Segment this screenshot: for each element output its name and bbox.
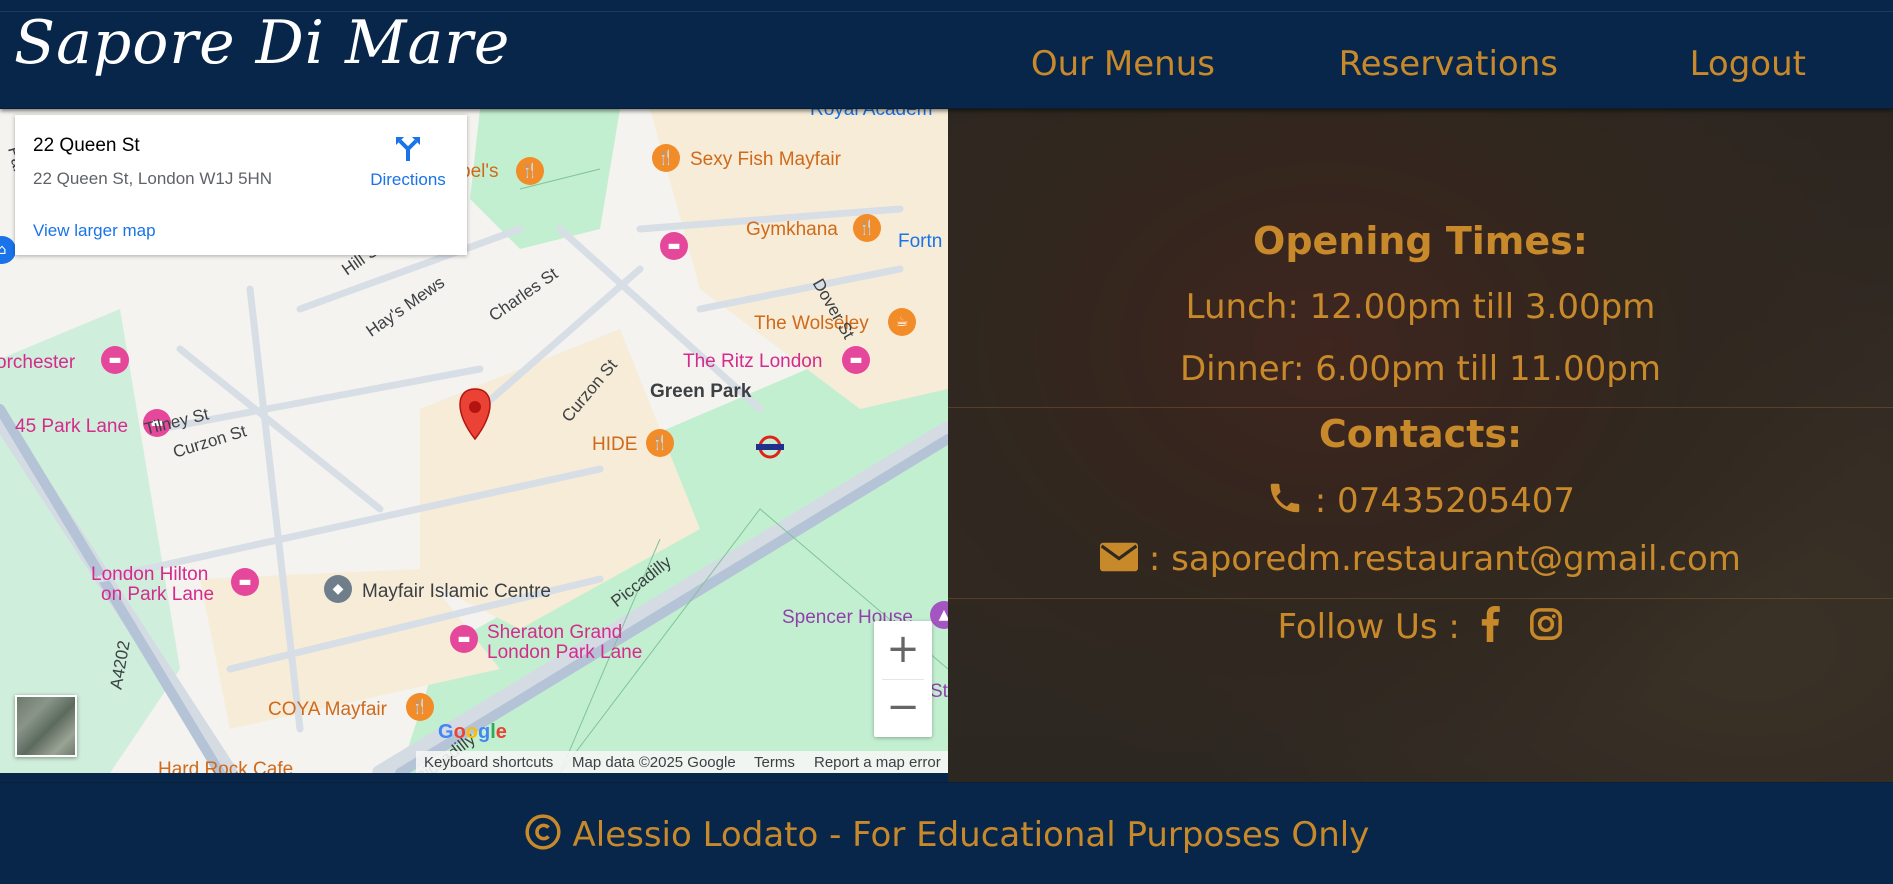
google-map[interactable]: Royal Academ 🍴 Sexy Fish Mayfair bel's 🍴… [0, 109, 948, 773]
footer-text-row: Alessio Lodato - For Educational Purpose… [0, 813, 1893, 860]
poi-coya[interactable]: COYA Mayfair [268, 699, 387, 721]
report-error-link[interactable]: Report a map error [814, 754, 941, 771]
directions-icon [396, 137, 420, 161]
divider [948, 598, 1893, 599]
dinner-hours: Dinner: 6.00pm till 11.00pm [1179, 349, 1661, 389]
poi-sexy-fish[interactable]: Sexy Fish Mayfair [690, 149, 841, 171]
poi-hilton-1[interactable]: London Hilton [91, 564, 208, 586]
hotel-icon[interactable]: ▬ [660, 232, 688, 260]
google-logo: Google [438, 721, 507, 743]
contacts-title: Contacts: [1318, 412, 1523, 456]
restaurant-icon[interactable]: 🍴 [646, 429, 674, 457]
restaurant-icon[interactable]: 🍴 [516, 157, 544, 185]
poi-45-park-lane[interactable]: 45 Park Lane [15, 416, 128, 438]
nav-logout[interactable]: Logout [1690, 44, 1806, 84]
restaurant-icon[interactable]: 🍴 [652, 144, 680, 172]
restaurant-icon[interactable]: 🍴 [853, 214, 881, 242]
phone-icon [1266, 479, 1304, 526]
poi-fortn[interactable]: Fortn [898, 231, 942, 253]
poi-hard-rock[interactable]: Hard Rock Cafe [158, 759, 293, 773]
place-title: 22 Queen St [33, 135, 140, 156]
keyboard-shortcuts-link[interactable]: Keyboard shortcuts [424, 754, 553, 771]
main-content: Royal Academ 🍴 Sexy Fish Mayfair bel's 🍴… [0, 109, 1893, 782]
phone-row: : 07435205407 [948, 479, 1893, 526]
email-address[interactable]: : saporedm.restaurant@gmail.com [1149, 539, 1741, 579]
poi-gymkhana[interactable]: Gymkhana [746, 219, 838, 241]
satellite-toggle[interactable] [15, 695, 77, 757]
poi-hilton-2[interactable]: on Park Lane [101, 584, 214, 606]
site-header: Sapore Di Mare Our Menus Reservations Lo… [0, 0, 1893, 109]
opening-times-title: Opening Times: [1253, 219, 1588, 263]
phone-number[interactable]: : 07435205407 [1315, 481, 1575, 521]
nav-our-menus[interactable]: Our Menus [1031, 44, 1215, 84]
instagram-icon[interactable] [1529, 607, 1563, 650]
divider [948, 407, 1893, 408]
map-info-card: 22 Queen St 22 Queen St, London W1J 5HN … [15, 115, 467, 255]
info-panel: Opening Times: Lunch: 12.00pm till 3.00p… [948, 109, 1893, 782]
zoom-out-button[interactable]: − [874, 679, 932, 737]
cafe-icon[interactable]: ☕ [888, 308, 916, 336]
poi-sheraton-2[interactable]: London Park Lane [487, 642, 642, 664]
poi-green-park[interactable]: Green Park [650, 381, 751, 403]
place-address: 22 Queen St, London W1J 5HN [33, 169, 273, 188]
mosque-icon[interactable]: ◆ [324, 575, 352, 603]
follow-row: Follow Us : [948, 606, 1893, 651]
copyright-icon [524, 813, 562, 860]
nav-reservations[interactable]: Reservations [1339, 44, 1558, 84]
poi-st[interactable]: St. [930, 681, 948, 703]
directions-button[interactable]: Directions [358, 135, 458, 190]
map-data-text: Map data ©2025 Google [572, 754, 736, 771]
poi-islamic-centre[interactable]: Mayfair Islamic Centre [362, 581, 551, 603]
follow-label: Follow Us : [1277, 607, 1460, 647]
poi-hide[interactable]: HIDE [592, 434, 637, 456]
email-row: : saporedm.restaurant@gmail.com [948, 539, 1893, 581]
zoom-in-button[interactable]: + [874, 621, 932, 679]
footer-text: Alessio Lodato - For Educational Purpose… [572, 815, 1370, 855]
hotel-icon[interactable]: ▬ [842, 346, 870, 374]
lunch-hours: Lunch: 12.00pm till 3.00pm [1185, 287, 1656, 327]
hotel-icon[interactable]: ▬ [450, 625, 478, 653]
zoom-control: + − [874, 621, 932, 737]
poi-ritz[interactable]: The Ritz London [683, 351, 822, 373]
directions-label: Directions [370, 170, 446, 189]
facebook-icon[interactable] [1479, 606, 1501, 651]
poi-royal-academy[interactable]: Royal Academ [810, 109, 933, 121]
terms-link[interactable]: Terms [754, 754, 795, 771]
envelope-icon [1100, 541, 1139, 581]
restaurant-icon[interactable]: 🍴 [406, 693, 434, 721]
poi-dorchester[interactable]: orchester [0, 352, 75, 374]
view-larger-map-link[interactable]: View larger map [33, 221, 156, 241]
map-attribution: Keyboard shortcuts Map data ©2025 Google… [416, 751, 948, 773]
hotel-icon[interactable]: ▬ [231, 568, 259, 596]
site-footer: Alessio Lodato - For Educational Purpose… [0, 782, 1893, 884]
brand-logo[interactable]: Sapore Di Mare [14, 8, 510, 78]
poi-sheraton-1[interactable]: Sheraton Grand [487, 622, 622, 644]
hotel-icon[interactable]: ▬ [101, 346, 129, 374]
